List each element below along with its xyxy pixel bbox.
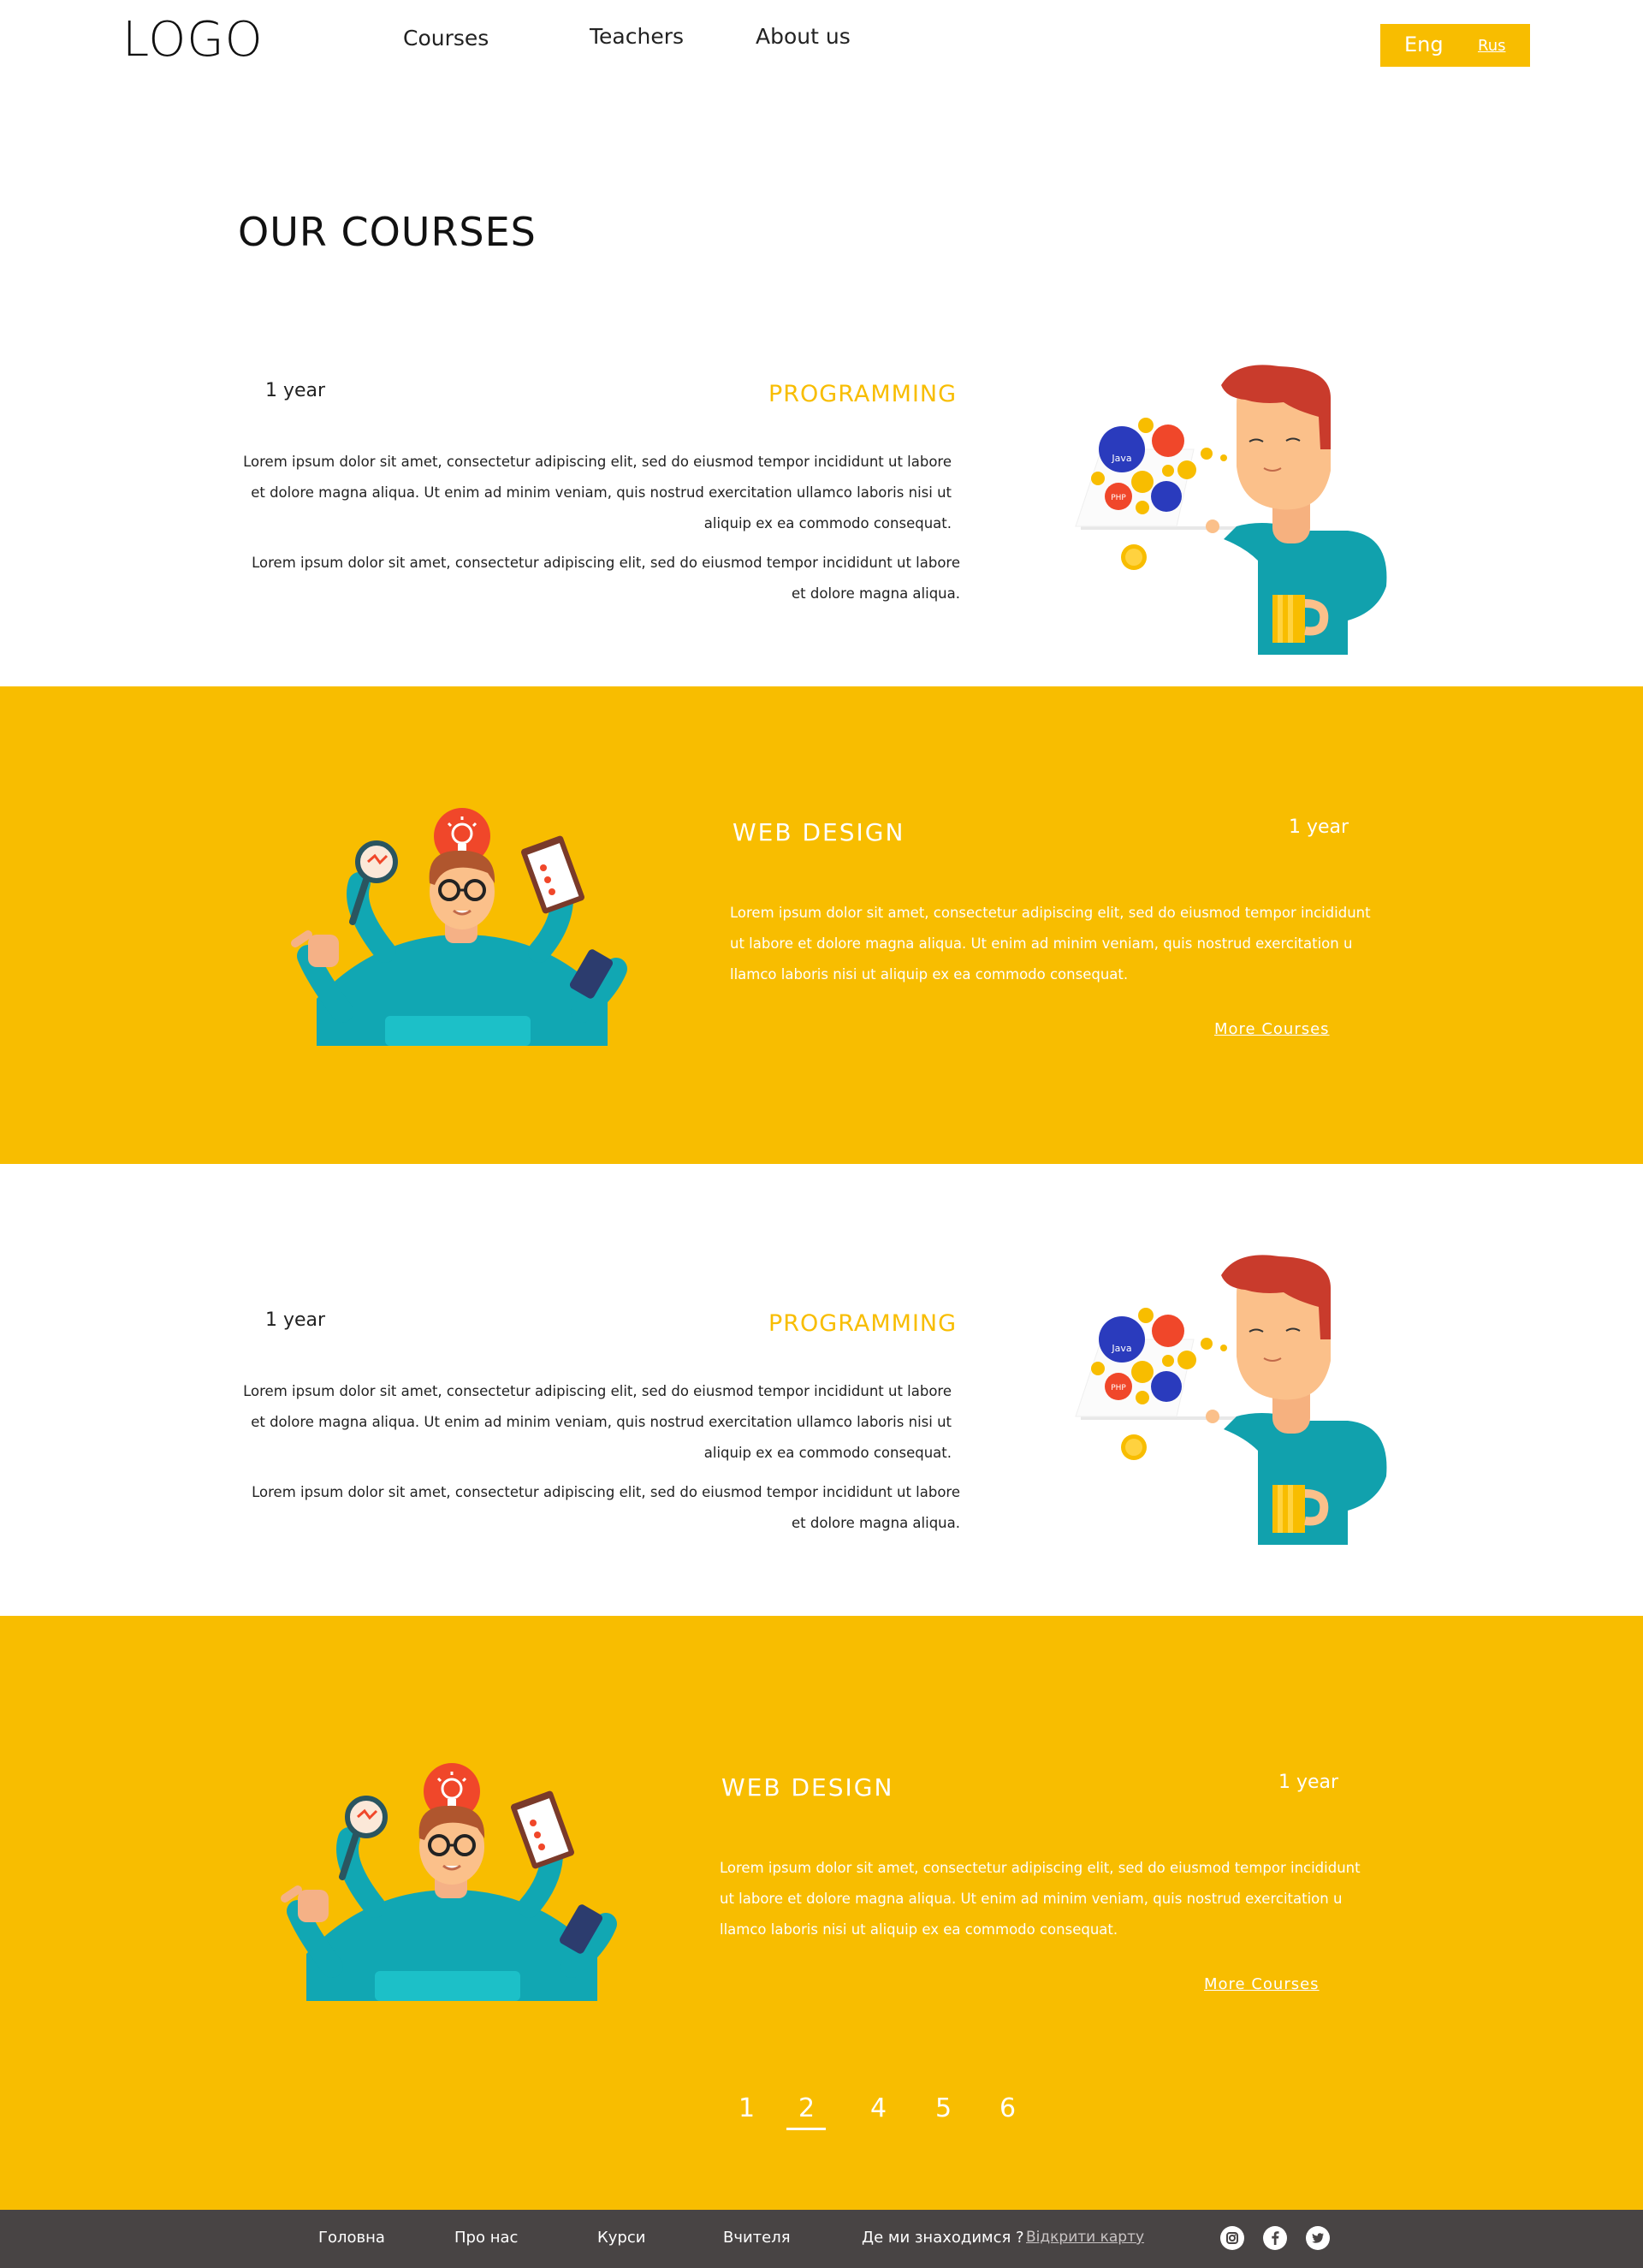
description-line: Lorem ipsum dolor sit amet, consectetur … — [730, 905, 1371, 921]
description-line: ut labore et dolore magna aliqua. Ut eni… — [730, 935, 1353, 952]
description-line: Lorem ipsum dolor sit amet, consectetur … — [252, 1484, 960, 1500]
course-programming-1: 1 year PROGRAMMING Lorem ipsum dolor sit… — [0, 0, 1643, 686]
course-web-design-1: WEB DESIGN 1 year Lorem ipsum dolor sit … — [0, 686, 1643, 1164]
description-line: Lorem ipsum dolor sit amet, consectetur … — [252, 555, 960, 571]
description-line: llamco laboris nisi ut aliquip ex ea com… — [720, 1921, 1118, 1938]
course-description: Lorem ipsum dolor sit amet, consectetur … — [171, 447, 952, 539]
designer-illustration — [291, 808, 627, 1046]
facebook-icon[interactable] — [1263, 2226, 1287, 2250]
description-line: et dolore magna aliqua. — [792, 585, 960, 602]
course-description: Lorem ipsum dolor sit amet, consectetur … — [730, 898, 1380, 990]
course-duration: 1 year — [265, 380, 326, 401]
pagination: 1 2 4 5 6 — [0, 2093, 1643, 2145]
java-label: Java — [1111, 1343, 1131, 1354]
course-title[interactable]: WEB DESIGN — [733, 818, 905, 846]
description-line: aliquip ex ea commodo consequat. — [703, 1445, 952, 1461]
site-footer: Головна Про нас Курси Вчителя Де ми знах… — [0, 2210, 1643, 2268]
programmer-illustration: Java PHP — [1075, 365, 1387, 655]
footer-link-about[interactable]: Про нас — [454, 2229, 518, 2247]
description-line: Lorem ipsum dolor sit amet, consectetur … — [243, 1383, 952, 1399]
course-programming-2: 1 year PROGRAMMING Lorem ipsum dolor sit… — [0, 1164, 1643, 1616]
footer-link-courses[interactable]: Курси — [597, 2229, 645, 2247]
description-line: et dolore magna aliqua. — [792, 1515, 960, 1531]
page-5-link[interactable]: 5 — [935, 2093, 952, 2123]
course-duration: 1 year — [1278, 1772, 1339, 1793]
page-4-link[interactable]: 4 — [870, 2093, 887, 2123]
php-label: PHP — [1111, 494, 1126, 502]
twitter-icon[interactable] — [1306, 2226, 1330, 2250]
instagram-icon[interactable] — [1220, 2226, 1244, 2250]
page-6-link[interactable]: 6 — [999, 2093, 1016, 2123]
current-page-indicator — [786, 2128, 826, 2130]
footer-link-home[interactable]: Головна — [318, 2229, 385, 2247]
course-title[interactable]: PROGRAMMING — [768, 381, 957, 407]
course-description: Lorem ipsum dolor sit amet, consectetur … — [720, 1853, 1370, 1945]
description-line: Lorem ipsum dolor sit amet, consectetur … — [720, 1860, 1361, 1876]
java-label: Java — [1111, 453, 1131, 464]
footer-location-label: Де ми знаходимся ? — [862, 2229, 1024, 2247]
open-map-link[interactable]: Відкрити карту — [1026, 2229, 1144, 2246]
programmer-illustration: Java PHP — [1075, 1255, 1387, 1545]
more-courses-link[interactable]: More Courses — [1204, 1975, 1320, 1993]
designer-illustration — [281, 1763, 617, 2001]
page-2-link[interactable]: 2 — [798, 2093, 815, 2123]
course-duration: 1 year — [1289, 816, 1349, 838]
description-line: ut labore et dolore magna aliqua. Ut eni… — [720, 1891, 1343, 1907]
php-label: PHP — [1111, 1384, 1126, 1392]
course-description-2: Lorem ipsum dolor sit amet, consectetur … — [171, 548, 960, 609]
course-duration: 1 year — [265, 1309, 326, 1331]
description-line: et dolore magna aliqua. Ut enim ad minim… — [251, 484, 952, 501]
more-courses-link[interactable]: More Courses — [1214, 1020, 1330, 1038]
description-line: Lorem ipsum dolor sit amet, consectetur … — [243, 454, 952, 470]
footer-link-teachers[interactable]: Вчителя — [723, 2229, 791, 2247]
course-title[interactable]: PROGRAMMING — [768, 1310, 957, 1337]
course-description-2: Lorem ipsum dolor sit amet, consectetur … — [171, 1477, 960, 1539]
page-1-link[interactable]: 1 — [738, 2093, 755, 2123]
course-description: Lorem ipsum dolor sit amet, consectetur … — [171, 1376, 952, 1469]
description-line: aliquip ex ea commodo consequat. — [703, 515, 952, 531]
description-line: llamco laboris nisi ut aliquip ex ea com… — [730, 966, 1129, 983]
course-title[interactable]: WEB DESIGN — [721, 1773, 893, 1802]
description-line: et dolore magna aliqua. Ut enim ad minim… — [251, 1414, 952, 1430]
